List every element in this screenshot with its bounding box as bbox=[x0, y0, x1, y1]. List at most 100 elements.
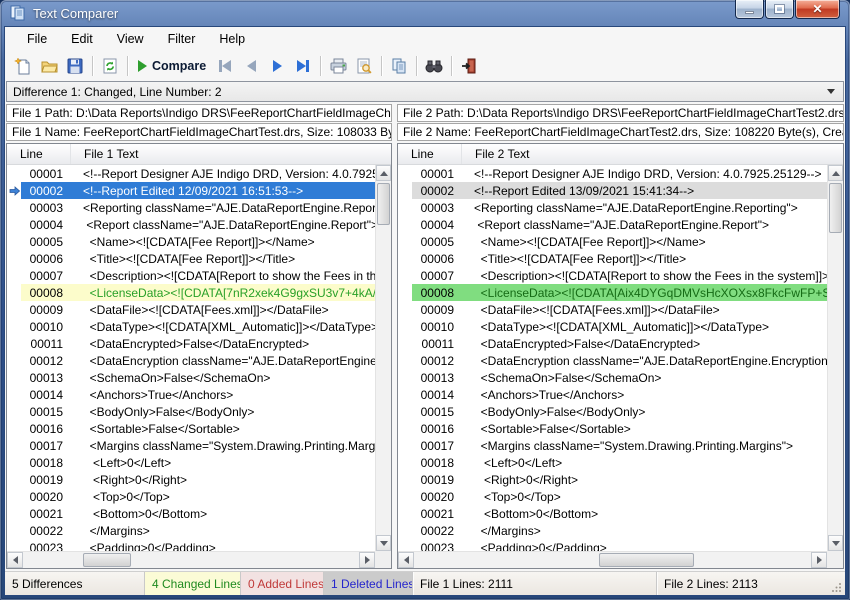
diff-line-row[interactable]: 00002<!--Report Edited 12/09/2021 16:51:… bbox=[7, 182, 375, 199]
minimize-button[interactable] bbox=[735, 0, 764, 19]
diff-line-row[interactable]: 00012 <DataEncryption className="AJE.Dat… bbox=[398, 352, 827, 369]
diff-line-row[interactable]: 00021 <Bottom>0</Bottom> bbox=[398, 505, 827, 522]
line-number: 00004 bbox=[21, 216, 71, 233]
file1-panel: Line File 1 Text 00001<!--Report Designe… bbox=[6, 143, 392, 569]
new-file-button[interactable] bbox=[10, 54, 36, 78]
maximize-button[interactable] bbox=[765, 0, 794, 19]
scroll-left-button[interactable] bbox=[398, 552, 414, 568]
diff-line-row[interactable]: 00008 <LicenseData><![CDATA[Aix4DYGqDMVs… bbox=[398, 284, 827, 301]
scroll-thumb[interactable] bbox=[829, 183, 842, 233]
diff-line-row[interactable]: 00018 <Left>0</Left> bbox=[7, 454, 375, 471]
diff-line-row[interactable]: 00023 <Padding>0</Padding> bbox=[398, 539, 827, 551]
file2-vertical-scrollbar[interactable] bbox=[827, 165, 843, 551]
print-button[interactable] bbox=[325, 54, 351, 78]
scroll-right-button[interactable] bbox=[359, 552, 375, 568]
diff-line-row[interactable]: 00019 <Right>0</Right> bbox=[7, 471, 375, 488]
file2-line-column-header[interactable]: Line bbox=[398, 144, 462, 164]
menu-edit[interactable]: Edit bbox=[59, 29, 105, 49]
diff-line-row[interactable]: 00014 <Anchors>True</Anchors> bbox=[398, 386, 827, 403]
diff-line-row[interactable]: 00001<!--Report Designer AJE Indigo DRD,… bbox=[398, 165, 827, 182]
diff-line-row[interactable]: 00004 <Report className="AJE.DataReportE… bbox=[7, 216, 375, 233]
difference-selector[interactable]: Difference 1: Changed, Line Number: 2 bbox=[6, 81, 844, 102]
diff-line-row[interactable]: 00006 <Title><![CDATA[Fee Report]]></Tit… bbox=[398, 250, 827, 267]
diff-line-row[interactable]: 00003<Reporting className="AJE.DataRepor… bbox=[398, 199, 827, 216]
diff-line-row[interactable]: 00020 <Top>0</Top> bbox=[398, 488, 827, 505]
diff-line-row[interactable]: 00013 <SchemaOn>False</SchemaOn> bbox=[398, 369, 827, 386]
diff-line-row[interactable]: 00012 <DataEncryption className="AJE.Dat… bbox=[7, 352, 375, 369]
copy-button[interactable] bbox=[386, 54, 412, 78]
open-file-button[interactable] bbox=[36, 54, 62, 78]
exit-button[interactable] bbox=[456, 54, 482, 78]
scroll-track[interactable] bbox=[414, 552, 811, 568]
next-difference-button[interactable] bbox=[264, 54, 290, 78]
diff-line-row[interactable]: 00018 <Left>0</Left> bbox=[398, 454, 827, 471]
find-button[interactable] bbox=[421, 54, 447, 78]
diff-line-row[interactable]: 00009 <DataFile><![CDATA[Fees.xml]]></Da… bbox=[398, 301, 827, 318]
scroll-left-button[interactable] bbox=[7, 552, 23, 568]
diff-line-row[interactable]: 00004 <Report className="AJE.DataReportE… bbox=[398, 216, 827, 233]
menu-help[interactable]: Help bbox=[207, 29, 257, 49]
diff-line-row[interactable]: 00007 <Description><![CDATA[Report to sh… bbox=[7, 267, 375, 284]
diff-line-row[interactable]: 00008 <LicenseData><![CDATA[7nR2xek4G9gx… bbox=[7, 284, 375, 301]
diff-line-row[interactable]: 00022 </Margins> bbox=[7, 522, 375, 539]
diff-line-row[interactable]: 00023 <Padding>0</Padding> bbox=[7, 539, 375, 551]
diff-line-row[interactable]: 00014 <Anchors>True</Anchors> bbox=[7, 386, 375, 403]
scroll-thumb[interactable] bbox=[377, 183, 390, 225]
diff-line-row[interactable]: 00002<!--Report Edited 13/09/2021 15:41:… bbox=[398, 182, 827, 199]
menu-file[interactable]: File bbox=[15, 29, 59, 49]
scroll-right-button[interactable] bbox=[811, 552, 827, 568]
diff-line-row[interactable]: 00016 <Sortable>False</Sortable> bbox=[398, 420, 827, 437]
diff-line-row[interactable]: 00007 <Description><![CDATA[Report to sh… bbox=[398, 267, 827, 284]
compare-button[interactable]: Compare bbox=[132, 54, 212, 78]
diff-line-row[interactable]: 00020 <Top>0</Top> bbox=[7, 488, 375, 505]
current-line-arrow-icon bbox=[398, 420, 412, 437]
diff-line-row[interactable]: 00021 <Bottom>0</Bottom> bbox=[7, 505, 375, 522]
diff-line-row[interactable]: 00010 <DataType><![CDATA[XML_Automatic]]… bbox=[398, 318, 827, 335]
diff-line-row[interactable]: 00006 <Title><![CDATA[Fee Report]]></Tit… bbox=[7, 250, 375, 267]
file1-line-column-header[interactable]: Line bbox=[7, 144, 71, 164]
print-preview-button[interactable] bbox=[351, 54, 377, 78]
diff-line-row[interactable]: 00013 <SchemaOn>False</SchemaOn> bbox=[7, 369, 375, 386]
file1-horizontal-scrollbar[interactable] bbox=[7, 551, 375, 568]
scroll-track[interactable] bbox=[23, 552, 359, 568]
scroll-track[interactable] bbox=[828, 181, 843, 535]
scroll-up-button[interactable] bbox=[376, 165, 391, 181]
diff-line-row[interactable]: 00009 <DataFile><![CDATA[Fees.xml]]></Da… bbox=[7, 301, 375, 318]
scroll-down-button[interactable] bbox=[828, 535, 843, 551]
diff-line-row[interactable]: 00011 <DataEncrypted>False</DataEncrypte… bbox=[398, 335, 827, 352]
diff-line-row[interactable]: 00001<!--Report Designer AJE Indigo DRD,… bbox=[7, 165, 375, 182]
menu-filter[interactable]: Filter bbox=[156, 29, 208, 49]
scroll-thumb[interactable] bbox=[83, 553, 131, 567]
diff-line-row[interactable]: 00015 <BodyOnly>False</BodyOnly> bbox=[7, 403, 375, 420]
scroll-down-button[interactable] bbox=[376, 535, 391, 551]
diff-line-row[interactable]: 00022 </Margins> bbox=[398, 522, 827, 539]
menu-view[interactable]: View bbox=[105, 29, 156, 49]
resize-grip[interactable] bbox=[829, 572, 845, 595]
line-text: <DataEncrypted>False</DataEncrypted> bbox=[71, 335, 375, 352]
diff-line-row[interactable]: 00011 <DataEncrypted>False</DataEncrypte… bbox=[7, 335, 375, 352]
close-button[interactable]: ✕ bbox=[795, 0, 840, 19]
file2-horizontal-scrollbar[interactable] bbox=[398, 551, 827, 568]
diff-line-row[interactable]: 00005 <Name><![CDATA[Fee Report]]></Name… bbox=[398, 233, 827, 250]
scroll-thumb[interactable] bbox=[599, 553, 694, 567]
last-difference-button[interactable] bbox=[290, 54, 316, 78]
diff-line-row[interactable]: 00017 <Margins className="System.Drawing… bbox=[398, 437, 827, 454]
file1-text-column-header[interactable]: File 1 Text bbox=[71, 144, 391, 164]
file1-vertical-scrollbar[interactable] bbox=[375, 165, 391, 551]
previous-difference-button[interactable] bbox=[238, 54, 264, 78]
arrow-down-icon bbox=[832, 541, 840, 546]
diff-line-row[interactable]: 00015 <BodyOnly>False</BodyOnly> bbox=[398, 403, 827, 420]
diff-line-row[interactable]: 00005 <Name><![CDATA[Fee Report]]></Name… bbox=[7, 233, 375, 250]
diff-line-row[interactable]: 00017 <Margins className="System.Drawing… bbox=[7, 437, 375, 454]
diff-line-row[interactable]: 00016 <Sortable>False</Sortable> bbox=[7, 420, 375, 437]
file2-text-column-header[interactable]: File 2 Text bbox=[462, 144, 843, 164]
refresh-button[interactable] bbox=[97, 54, 123, 78]
save-button[interactable] bbox=[62, 54, 88, 78]
scroll-up-button[interactable] bbox=[828, 165, 843, 181]
diff-line-row[interactable]: 00003<Reporting className="AJE.DataRepor… bbox=[7, 199, 375, 216]
diff-line-row[interactable]: 00019 <Right>0</Right> bbox=[398, 471, 827, 488]
diff-line-row[interactable]: 00010 <DataType><![CDATA[XML_Automatic]]… bbox=[7, 318, 375, 335]
first-difference-button[interactable] bbox=[212, 54, 238, 78]
scroll-track[interactable] bbox=[376, 181, 391, 535]
title-bar[interactable]: Text Comparer ✕ bbox=[0, 0, 850, 26]
